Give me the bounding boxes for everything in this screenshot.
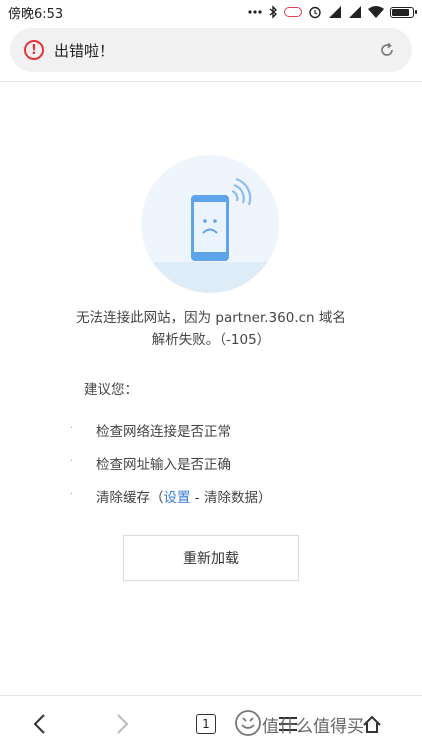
battery-icon: [390, 6, 417, 18]
suggestions-title: 建议您：: [84, 382, 138, 398]
status-bar: 傍晚6:53: [0, 0, 422, 24]
error-icon: !: [24, 40, 44, 60]
bullet-icon: ·: [70, 489, 74, 500]
reload-button[interactable]: 重新加载: [123, 535, 299, 581]
page-title: 出错啦！: [54, 41, 115, 60]
reload-icon[interactable]: [376, 39, 398, 61]
power-save-icon: [284, 7, 302, 17]
back-button[interactable]: [10, 696, 70, 750]
forward-button[interactable]: [92, 696, 152, 750]
suggestions-list: · 检查网络连接是否正常 · 检查网址输入是否正确 · 清除缓存（设置 - 清除…: [70, 420, 400, 519]
list-item: · 检查网址输入是否正确: [70, 453, 400, 486]
home-icon: [363, 715, 381, 733]
dots-icon: [248, 9, 262, 15]
status-icons: [248, 5, 417, 19]
signal-icon: [348, 6, 362, 18]
list-item: · 检查网络连接是否正常: [70, 420, 400, 453]
error-line-1: 无法连接此网站，因为 partner.360.cn 域名: [76, 310, 346, 326]
tabs-button[interactable]: 1: [176, 696, 236, 750]
bluetooth-icon: [268, 5, 278, 19]
suggestion-text: 检查网址输入是否正确: [96, 457, 231, 473]
list-item: · 清除缓存（设置 - 清除数据）: [70, 486, 400, 519]
suggestion-text: 检查网络连接是否正常: [96, 424, 231, 440]
status-time: 傍晚6:53: [8, 6, 64, 22]
error-line-2: 解析失败。（-105）: [151, 332, 271, 348]
sad-phone-icon: [191, 177, 252, 261]
address-bar[interactable]: ! 出错啦！: [10, 28, 412, 72]
suggestion-suffix: - 清除数据）: [190, 490, 272, 506]
tabs-icon: 1: [196, 713, 216, 734]
signal-icon: [328, 6, 342, 18]
header-divider: [0, 81, 422, 82]
offline-illustration: [141, 155, 279, 293]
watermark-logo-icon: [235, 710, 261, 736]
alarm-icon: [308, 5, 322, 19]
wifi-icon: [368, 6, 384, 18]
error-message: 无法连接此网站，因为 partner.360.cn 域名 解析失败。（-105）: [40, 307, 382, 351]
back-icon: [33, 713, 45, 734]
watermark-text: 值什么值得买: [262, 717, 364, 737]
suggestion-text: 清除缓存（设置 - 清除数据）: [96, 486, 271, 506]
settings-link[interactable]: 设置: [164, 490, 191, 506]
bullet-icon: ·: [70, 423, 74, 434]
bullet-icon: ·: [70, 456, 74, 467]
suggestion-prefix: 清除缓存（: [96, 490, 164, 506]
forward-icon: [117, 713, 129, 734]
